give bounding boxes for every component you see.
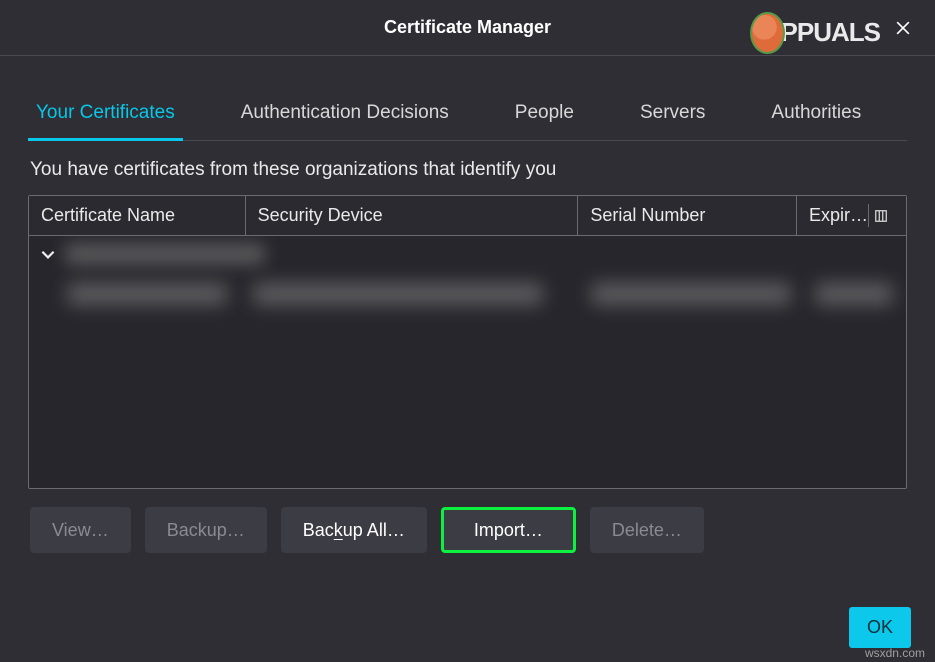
table-body [29,236,906,488]
org-group-row[interactable] [29,236,906,272]
close-button[interactable] [889,14,917,42]
intro-text: You have certificates from these organiz… [28,141,907,195]
import-button[interactable]: Import… [441,507,576,553]
col-header-serial[interactable]: Serial Number [578,196,797,235]
dialog-title: Certificate Manager [384,17,551,38]
col-header-expires[interactable]: Expir… [797,196,906,235]
cert-serial-redacted [591,283,791,305]
column-picker-button[interactable] [868,204,894,227]
table-header: Certificate Name Security Device Serial … [29,196,906,236]
action-buttons: View… Backup… Backup All… Import… Delete… [28,489,907,571]
cert-device-redacted [253,283,543,305]
org-name-redacted [65,243,265,265]
delete-button[interactable]: Delete… [590,507,704,553]
chevron-down-icon [39,245,57,263]
tab-authorities[interactable]: Authorities [763,96,869,141]
source-watermark: wsxdn.com [865,646,925,660]
tab-authentication-decisions[interactable]: Authentication Decisions [233,96,457,141]
tab-your-certificates[interactable]: Your Certificates [28,96,183,141]
col-header-expires-label: Expir… [809,205,868,226]
view-button[interactable]: View… [30,507,131,553]
cert-name-redacted [67,283,227,305]
tabs: Your Certificates Authentication Decisio… [28,56,907,141]
certificate-row[interactable] [29,272,906,316]
backup-all-button[interactable]: Backup All… [281,507,427,553]
watermark-logo: PPUALS [750,10,880,55]
tab-servers[interactable]: Servers [632,96,713,141]
col-header-device[interactable]: Security Device [246,196,579,235]
ok-button[interactable]: OK [849,607,911,648]
close-icon [893,18,913,38]
col-header-name[interactable]: Certificate Name [29,196,246,235]
tab-people[interactable]: People [507,96,582,141]
backup-button[interactable]: Backup… [145,507,267,553]
column-picker-icon [874,209,888,223]
cert-expires-redacted [815,283,893,305]
certificates-table: Certificate Name Security Device Serial … [28,195,907,489]
